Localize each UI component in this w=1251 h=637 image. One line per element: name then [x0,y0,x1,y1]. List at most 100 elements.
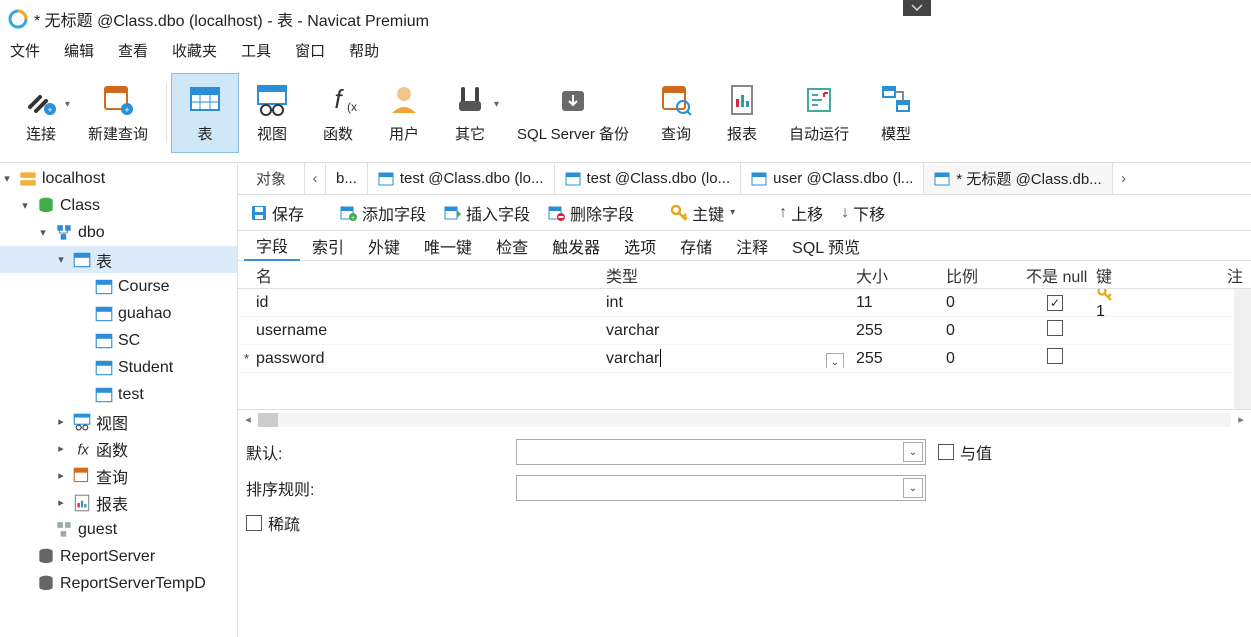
tab-scroll-right[interactable]: › [1113,163,1135,194]
tool-query[interactable]: 查询 [643,73,709,153]
collapse-icon[interactable]: ▾ [36,226,50,239]
scroll-track[interactable] [258,413,1231,427]
move-down-button[interactable]: ↓ 下移 [835,199,891,227]
tab-objects[interactable]: 对象 [238,163,304,194]
tool-model[interactable]: 模型 [863,73,929,153]
field-row[interactable]: username varchar 255 0 [238,317,1251,345]
scroll-thumb[interactable] [258,413,278,427]
field-scale-cell[interactable]: 0 [940,322,1020,340]
menu-window[interactable]: 窗口 [289,38,343,63]
expand-icon[interactable]: ▸ [54,469,68,482]
tree-database-rst[interactable]: ReportServerTempD [0,570,237,597]
tool-backup[interactable]: SQL Server 备份 [503,73,643,153]
subtab-triggers[interactable]: 触发器 [540,232,612,260]
checkbox-icon[interactable] [938,444,954,460]
subtab-uniques[interactable]: 唯一键 [412,232,484,260]
tool-report[interactable]: 报表 [709,73,775,153]
tree-table-item[interactable]: Course [0,273,237,300]
subtab-indexes[interactable]: 索引 [300,232,356,260]
window-sys-control[interactable] [903,0,931,16]
field-size-cell[interactable]: 255 [850,322,940,340]
tool-function[interactable]: f(x) 函数 [305,73,371,153]
menu-view[interactable]: 查看 [112,38,166,63]
tool-view[interactable]: 视图 [239,73,305,153]
subtab-sql-preview[interactable]: SQL 预览 [780,232,872,260]
add-field-button[interactable]: + 添加字段 [334,199,432,227]
menu-file[interactable]: 文件 [4,38,58,63]
tab-scroll-left[interactable]: ‹ [304,163,326,194]
collapse-icon[interactable]: ▾ [54,253,68,266]
tree-schema[interactable]: ▾ dbo [0,219,237,246]
field-scale-cell[interactable]: 0 [940,350,1020,368]
tool-other[interactable]: 其它 ▾ [437,73,503,153]
tree-views-group[interactable]: ▸ 视图 [0,408,237,435]
document-tab[interactable]: test @Class.dbo (lo... [368,163,555,194]
subtab-options[interactable]: 选项 [612,232,668,260]
primary-key-button[interactable]: 主键 ▾ [664,199,741,227]
field-type-cell[interactable]: int [600,294,850,312]
tool-table[interactable]: 表 [171,73,239,153]
field-name-cell[interactable]: id [250,294,600,312]
document-tab[interactable]: user @Class.dbo (l... [741,163,924,194]
subtab-storage[interactable]: 存储 [668,232,724,260]
expand-icon[interactable]: ▸ [54,442,68,455]
col-header-comment[interactable]: 注 [1150,263,1251,287]
subtab-checks[interactable]: 检查 [484,232,540,260]
field-scale-cell[interactable]: 0 [940,294,1020,312]
field-name-cell[interactable]: password [250,350,600,368]
save-button[interactable]: 保存 [244,199,310,227]
col-header-size[interactable]: 大小 [850,263,940,287]
horizontal-scrollbar[interactable]: ◂ ▸ [238,409,1251,429]
document-tab[interactable]: test @Class.dbo (lo... [555,163,742,194]
delete-field-button[interactable]: 删除字段 [542,199,640,227]
tree-schema-guest[interactable]: guest [0,516,237,543]
field-size-cell[interactable]: 11 [850,294,940,312]
field-notnull-cell[interactable] [1020,348,1090,369]
field-row[interactable]: id int 11 0 ✓ 1 [238,289,1251,317]
col-header-name[interactable]: 名 [250,263,600,287]
subtab-foreign-keys[interactable]: 外键 [356,232,412,260]
checkbox-icon[interactable] [1047,348,1063,364]
field-size-cell[interactable]: 255 [850,350,940,368]
tool-connect[interactable]: + 连接 ▾ [8,73,74,153]
tool-autorun[interactable]: 自动运行 [775,73,863,153]
col-header-scale[interactable]: 比例 [940,263,1020,287]
tree-table-item[interactable]: test [0,381,237,408]
tree-functions-group[interactable]: ▸ fx 函数 [0,435,237,462]
tree-connection[interactable]: ▾ localhost [0,165,237,192]
field-notnull-cell[interactable] [1020,320,1090,341]
tree-reports-group[interactable]: ▸ 报表 [0,489,237,516]
menu-edit[interactable]: 编辑 [58,38,112,63]
insert-field-button[interactable]: 插入字段 [438,199,536,227]
document-tab-active[interactable]: * 无标题 @Class.db... [924,163,1112,194]
default-value-select[interactable]: ⌄ [516,439,926,465]
tree-tables-group[interactable]: ▾ 表 [0,246,237,273]
field-key-cell[interactable]: 1 [1090,289,1150,321]
tree-database[interactable]: ▾ Class [0,192,237,219]
expand-icon[interactable]: ▸ [54,415,68,428]
subtab-fields[interactable]: 字段 [244,231,300,261]
menu-help[interactable]: 帮助 [343,38,397,63]
checkbox-checked-icon[interactable]: ✓ [1047,295,1063,311]
tree-table-item[interactable]: Student [0,354,237,381]
col-header-type[interactable]: 类型 [600,263,850,287]
tool-user[interactable]: 用户 [371,73,437,153]
collapse-icon[interactable]: ▾ [18,199,32,212]
sparse-checkbox[interactable]: 稀疏 [246,511,300,535]
move-up-button[interactable]: ↑ 上移 [773,199,829,227]
with-value-checkbox[interactable]: 与值 [938,440,992,464]
tree-table-item[interactable]: guahao [0,300,237,327]
field-name-cell[interactable]: username [250,322,600,340]
field-notnull-cell[interactable]: ✓ [1020,294,1090,312]
field-type-cell[interactable]: varchar ⌄ [600,349,850,367]
tool-new-query[interactable]: + 新建查询 [74,73,162,153]
menu-tools[interactable]: 工具 [235,38,289,63]
scroll-left-button[interactable]: ◂ [238,411,258,429]
scroll-right-button[interactable]: ▸ [1231,411,1251,429]
checkbox-icon[interactable] [1047,320,1063,336]
col-header-key[interactable]: 键 [1090,263,1150,287]
subtab-comment[interactable]: 注释 [724,232,780,260]
field-row-active[interactable]: * password varchar ⌄ 255 0 [238,345,1251,373]
document-tab[interactable]: b... [326,163,368,194]
collapse-icon[interactable]: ▾ [0,172,14,185]
